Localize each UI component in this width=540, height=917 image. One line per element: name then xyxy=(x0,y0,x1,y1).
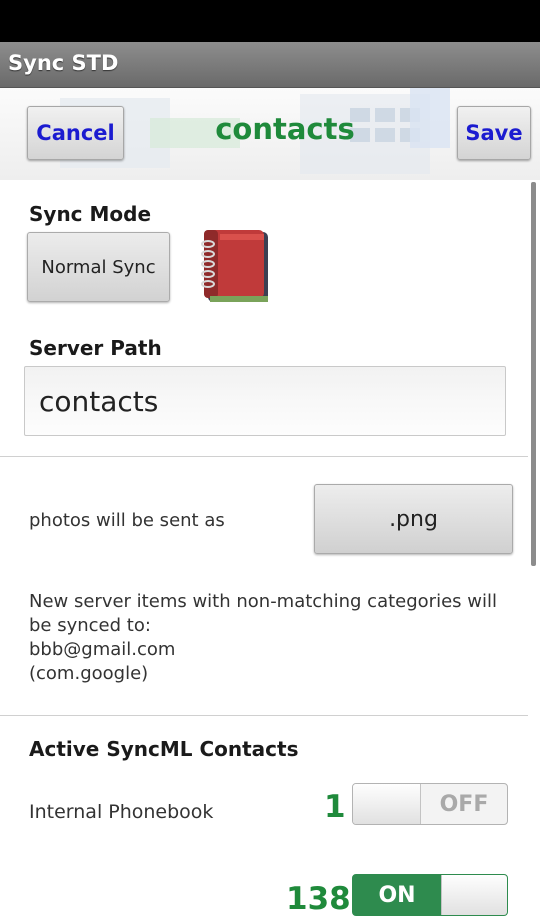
server-path-label: Server Path xyxy=(29,336,162,360)
app-title: Sync STD xyxy=(8,51,119,75)
contact-source-label: Internal Phonebook xyxy=(29,801,214,823)
scrollbar[interactable] xyxy=(531,182,536,566)
contacts-toggle[interactable]: ON xyxy=(352,874,508,916)
toolbar: Cancel contacts Save xyxy=(0,88,540,180)
page-title: contacts xyxy=(215,112,355,146)
category-info: New server items with non-matching categ… xyxy=(29,590,519,686)
photo-format-button[interactable]: .png xyxy=(314,484,513,554)
sync-mode-button[interactable]: Normal Sync xyxy=(27,232,170,302)
photos-format-label: photos will be sent as xyxy=(29,510,225,531)
info-account-type: (com.google) xyxy=(29,663,149,684)
settings-content[interactable]: Sync Mode Normal Sync Server Path contac… xyxy=(0,180,540,917)
info-line: be synced to: xyxy=(29,615,151,636)
info-account: bbb@gmail.com xyxy=(29,639,176,660)
divider xyxy=(0,715,528,716)
cancel-button[interactable]: Cancel xyxy=(27,106,124,160)
toggle-state: OFF xyxy=(439,791,489,817)
toggle-state: ON xyxy=(378,882,416,908)
divider xyxy=(0,456,528,457)
toggle-knob xyxy=(441,875,507,915)
info-line: New server items with non-matching categ… xyxy=(29,591,497,612)
contact-count: 1 xyxy=(324,789,346,825)
server-path-input[interactable]: contacts xyxy=(24,366,506,436)
active-contacts-heading: Active SyncML Contacts xyxy=(29,737,299,761)
toggle-knob xyxy=(353,784,421,824)
sync-mode-label: Sync Mode xyxy=(29,202,152,226)
save-button[interactable]: Save xyxy=(457,106,531,160)
title-bar: Sync STD xyxy=(0,42,540,88)
address-book-icon xyxy=(201,230,268,302)
contact-count: 138 xyxy=(286,881,351,917)
internal-phonebook-toggle[interactable]: OFF xyxy=(352,783,508,825)
status-bar xyxy=(0,0,540,42)
